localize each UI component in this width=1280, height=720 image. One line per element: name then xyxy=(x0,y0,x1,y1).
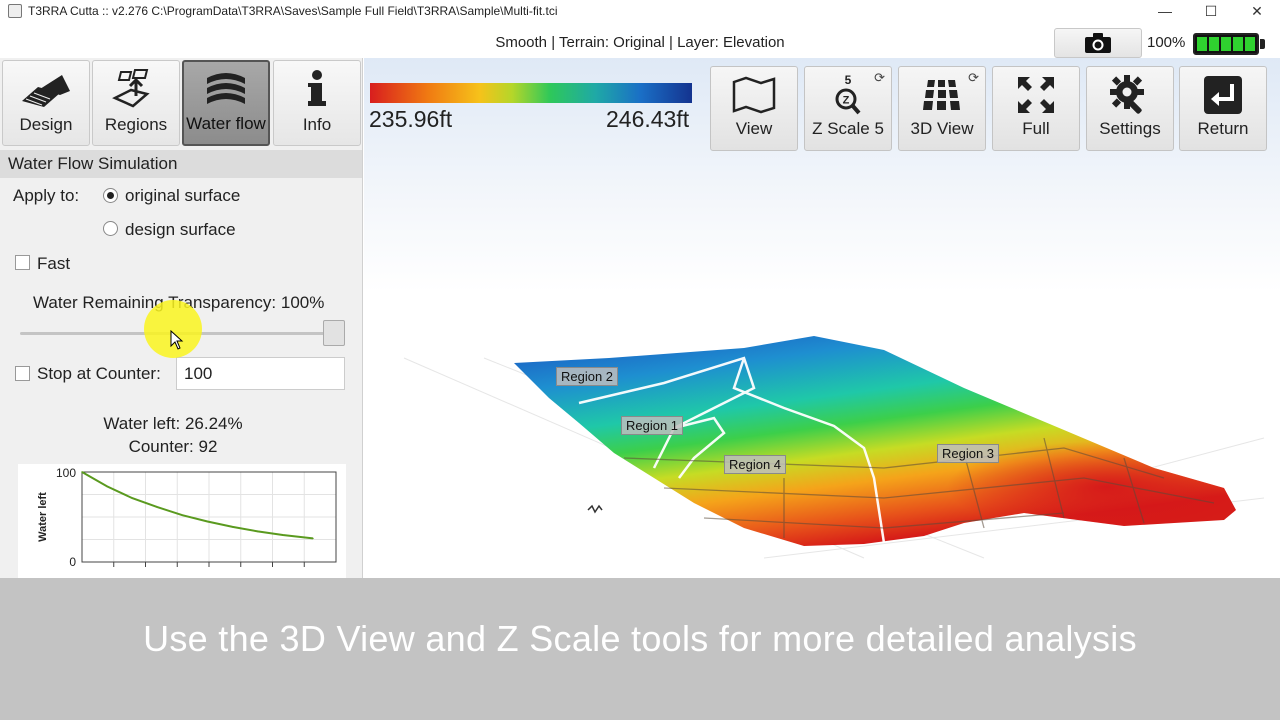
close-button[interactable]: ✕ xyxy=(1234,0,1280,22)
design-surface-label[interactable]: design surface xyxy=(125,220,236,240)
svg-text:5: 5 xyxy=(845,73,852,87)
battery-tip xyxy=(1260,39,1265,49)
region-label[interactable]: Region 1 xyxy=(621,416,684,435)
chart-data-point xyxy=(181,514,184,516)
mode-water-flow-button[interactable]: Water flow xyxy=(182,60,270,146)
chart-data-point xyxy=(206,520,209,523)
chart-y-tick-label: 0 xyxy=(69,555,76,569)
toolbar-label: View xyxy=(735,119,773,138)
chart-data-point xyxy=(131,497,133,499)
chart-data-point xyxy=(231,526,234,528)
maximize-button[interactable]: ☐ xyxy=(1188,0,1234,22)
status-row: Smooth | Terrain: Original | Layer: Elev… xyxy=(0,28,1280,60)
water-left-text: Water left: 26.24% xyxy=(103,414,243,433)
info-icon xyxy=(308,70,326,106)
water-flow-icon xyxy=(207,73,245,104)
gear-icon xyxy=(1110,75,1144,114)
fast-checkbox[interactable] xyxy=(15,255,30,270)
caption-text: Use the 3D View and Z Scale tools for mo… xyxy=(143,618,1137,659)
stop-at-counter-input[interactable] xyxy=(176,357,345,390)
toolbar-label: 3D View xyxy=(910,119,974,138)
mode-label: Water flow xyxy=(186,114,266,133)
title-bar: T3RRA Cutta :: v2.276 C:\ProgramData\T3R… xyxy=(0,0,1280,22)
app-icon xyxy=(8,4,22,18)
view-button[interactable]: View xyxy=(710,66,798,151)
water-left-chart-svg: 100 0 Water left xyxy=(37,466,337,569)
mode-label: Regions xyxy=(104,115,168,134)
stop-at-counter-checkbox[interactable] xyxy=(15,366,30,381)
axis-marker xyxy=(587,504,603,514)
z-scale-icon: 5 Z xyxy=(835,73,861,115)
chart-y-tick-label: 100 xyxy=(56,466,76,480)
mode-bar: Design Regions Water flow Info xyxy=(0,58,363,148)
screenshot-button[interactable] xyxy=(1054,28,1142,58)
legend-min-value: 235.96ft xyxy=(369,106,453,132)
mode-regions-button[interactable]: Regions xyxy=(92,60,180,146)
region-label[interactable]: Region 2 xyxy=(556,367,619,386)
return-button[interactable]: Return xyxy=(1179,66,1267,151)
map-view-icon xyxy=(732,76,776,114)
mode-label: Design xyxy=(19,115,73,134)
toolbar-label: Return xyxy=(1197,119,1249,138)
caption-band: Use the 3D View and Z Scale tools for mo… xyxy=(0,578,1280,720)
section-title: Water Flow Simulation xyxy=(0,150,362,178)
battery-icon xyxy=(1193,33,1259,55)
mode-design-button[interactable]: Design xyxy=(2,60,90,146)
toolbar-label: Settings xyxy=(1099,119,1161,138)
camera-icon xyxy=(1085,33,1111,53)
3d-view-button[interactable]: ⟳ 3D View xyxy=(898,66,986,151)
chart-data-point xyxy=(281,534,284,536)
region-label[interactable]: Region 3 xyxy=(937,444,1000,463)
chart-data-point xyxy=(156,506,159,508)
chart-series-line xyxy=(81,471,314,540)
mode-label: Info xyxy=(302,115,332,134)
counter-text: Counter: 92 xyxy=(128,437,218,456)
settings-button[interactable]: Settings xyxy=(1086,66,1174,151)
stop-at-counter-label[interactable]: Stop at Counter: xyxy=(37,364,161,384)
mouse-cursor-icon xyxy=(170,330,184,350)
apply-to-label: Apply to: xyxy=(13,186,80,205)
fullscreen-icon xyxy=(1018,77,1054,113)
design-surface-radio[interactable] xyxy=(103,221,118,236)
3d-grid-icon xyxy=(923,80,960,110)
mode-info-button[interactable]: Info xyxy=(273,60,361,146)
chart-data-point xyxy=(256,530,259,533)
regions-icon xyxy=(112,69,150,108)
terrain-viewport[interactable]: 235.96ft 246.43ft Region 2 Region 1 Regi… xyxy=(364,58,1280,578)
minimize-button[interactable]: — xyxy=(1142,0,1188,22)
toolbar-label: Z Scale 5 xyxy=(812,119,884,138)
chart-y-axis-label: Water left xyxy=(37,492,49,542)
z-scale-button[interactable]: ⟳ 5 Z Z Scale 5 xyxy=(804,66,892,151)
toolbar-label: Full xyxy=(1022,119,1050,138)
window-title: T3RRA Cutta :: v2.276 C:\ProgramData\T3R… xyxy=(28,4,558,18)
transparency-slider-thumb[interactable] xyxy=(323,320,345,346)
original-surface-radio[interactable] xyxy=(103,188,118,203)
full-button[interactable]: Full xyxy=(992,66,1080,151)
chart-data-point xyxy=(106,485,108,488)
design-icon xyxy=(22,75,70,107)
original-surface-label[interactable]: original surface xyxy=(125,186,240,206)
elevation-legend-bar xyxy=(370,83,692,103)
chart-data-point xyxy=(81,471,83,473)
battery-percent: 100% xyxy=(1147,34,1186,51)
water-left-chart: 100 0 Water left xyxy=(18,464,346,578)
region-label[interactable]: Region 4 xyxy=(724,455,787,474)
legend-max-value: 246.43ft xyxy=(606,106,690,132)
svg-text:Z: Z xyxy=(843,95,850,107)
chart-data-point xyxy=(312,537,314,540)
left-panel: Design Regions Water flow Info Water Flo… xyxy=(0,58,363,578)
fast-label[interactable]: Fast xyxy=(37,254,70,274)
return-icon xyxy=(1204,76,1242,114)
